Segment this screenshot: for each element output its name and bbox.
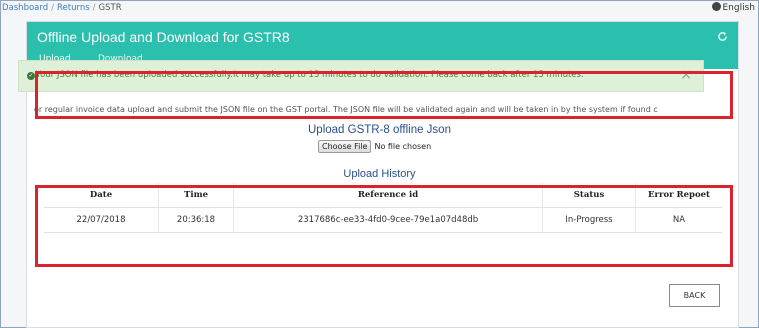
file-picker: Choose File No file chosen [318,140,431,153]
upload-section-title: Upload GSTR-8 offline Json [308,124,451,136]
breadcrumb-separator: / [92,3,96,13]
history-highlight-box [35,185,733,267]
breadcrumb-current: GSTR [98,3,122,13]
instruction-text: or regular invoice data upload and submi… [34,105,658,114]
refresh-icon[interactable] [717,31,728,42]
breadcrumb-returns[interactable]: Returns [57,3,90,13]
language-selector[interactable]: English [711,2,756,13]
upload-history-title: Upload History [343,168,416,180]
check-circle-icon: ✓ [27,72,35,80]
breadcrumb: Dashboard / Returns / GSTR [2,3,122,13]
globe-icon [711,2,721,11]
choose-file-button[interactable]: Choose File [318,140,372,153]
breadcrumb-separator: / [51,3,54,13]
back-button[interactable]: BACK [669,284,720,307]
page-title: Offline Upload and Download for GSTR8 [37,29,290,45]
file-chosen-status: No file chosen [374,142,432,151]
language-label: English [722,3,756,13]
breadcrumb-dashboard[interactable]: Dashboard [2,3,48,13]
